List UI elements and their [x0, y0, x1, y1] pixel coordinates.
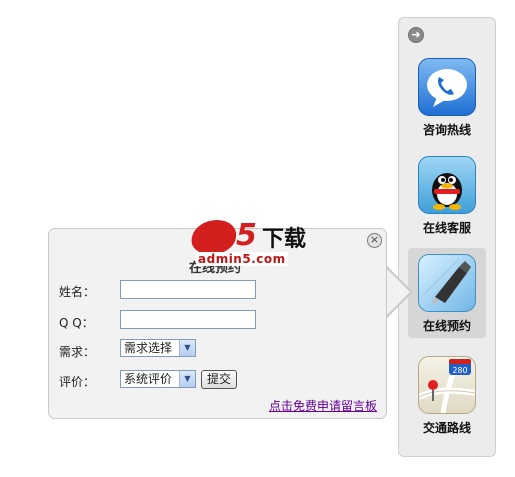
admin5-watermark-logo: 5 下载 admin5.com	[186, 218, 330, 268]
popup-pointer	[386, 268, 410, 316]
collapse-arrow-icon[interactable]: ➜	[408, 27, 424, 43]
phone-chat-icon	[418, 58, 476, 116]
demand-label: 需求：	[59, 345, 96, 359]
panel-item-directions[interactable]: 280 交通路线	[408, 350, 486, 440]
submit-button[interactable]: 提交	[201, 370, 238, 389]
message-board-link[interactable]: 点击免费申请留言板	[269, 397, 377, 414]
rating-label: 评价：	[59, 375, 96, 389]
watermark-digit: 5	[236, 218, 257, 253]
watermark-cn-text: 下载	[262, 227, 307, 252]
chevron-down-icon: ▼	[179, 371, 195, 387]
name-label: 姓名：	[59, 285, 96, 299]
panel-item-label: 交通路线	[422, 421, 471, 435]
demand-select-value: 需求选择	[124, 341, 173, 355]
panel-item-online-service[interactable]: 在线客服	[408, 150, 486, 240]
watermark-domain: admin5.com	[196, 252, 288, 266]
name-input[interactable]	[120, 280, 256, 299]
qq-penguin-icon	[418, 156, 476, 214]
road-sign-number: 280	[452, 366, 467, 375]
demand-select[interactable]: 需求选择 ▼	[120, 339, 196, 357]
panel-item-label: 在线预约	[422, 319, 471, 333]
fountain-pen-icon	[418, 254, 476, 312]
qq-input[interactable]	[120, 310, 256, 329]
rating-select-value: 系统评价	[124, 372, 173, 386]
watermark-a-shape	[189, 220, 239, 254]
close-icon[interactable]: ×	[367, 233, 382, 248]
contact-side-panel: ➜ 咨询热线 在线客服 在线预约 280 交通路线	[398, 17, 496, 457]
map-pin-icon: 280	[418, 356, 476, 414]
panel-item-hotline[interactable]: 咨询热线	[408, 52, 486, 142]
rating-select[interactable]: 系统评价 ▼	[120, 370, 196, 388]
panel-item-label: 在线客服	[422, 221, 471, 235]
chevron-down-icon: ▼	[179, 340, 195, 356]
panel-item-appointment[interactable]: 在线预约	[408, 248, 486, 338]
panel-item-label: 咨询热线	[422, 123, 471, 137]
qq-label: Q Q：	[59, 316, 94, 330]
